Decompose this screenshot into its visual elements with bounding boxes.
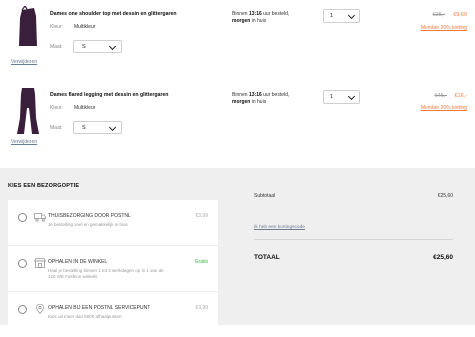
store-icon <box>34 258 46 268</box>
color-label: Kleur: <box>50 105 64 111</box>
option-price: Gratis <box>194 259 208 265</box>
member-discount-link[interactable]: Member 20% korting <box>421 105 467 111</box>
radio-button[interactable] <box>18 259 27 268</box>
size-label: Maat: <box>50 125 63 131</box>
size-value: S <box>82 125 86 131</box>
chevron-down-icon <box>108 42 117 51</box>
old-price: €45,- <box>434 93 447 99</box>
size-label: Maat: <box>50 44 63 50</box>
product-name[interactable]: Dames one shoulder top met dessin en gli… <box>50 11 177 17</box>
subtotal-label: Subtotaal <box>254 193 276 199</box>
option-title: OPHALEN BIJ EEN POSTNL SERVICEPUNT <box>48 305 151 311</box>
product-image-legging[interactable] <box>13 88 43 136</box>
shipping-title: KIES EEN BEZORGOPTIE <box>8 183 80 189</box>
option-title: THUISBEZORGING DOOR POSTNL <box>48 213 131 219</box>
divider <box>254 239 453 240</box>
subtotal-value: €25,60 <box>437 193 453 199</box>
shipping-option-home[interactable]: THUISBEZORGING DOOR POSTNL Je bestelling… <box>8 200 218 245</box>
shipping-option-store[interactable]: OPHALEN IN DE WINKEL Haal je bestelling … <box>8 246 218 291</box>
sale-price: €9,60 <box>453 12 467 18</box>
option-desc: Haal je bestelling binnen 1 tot 3 werkda… <box>48 268 164 279</box>
chevron-down-icon <box>347 11 356 20</box>
option-title: OPHALEN IN DE WINKEL <box>48 259 108 265</box>
option-price: €3,99 <box>195 305 208 311</box>
quantity-select[interactable]: 1 <box>323 90 360 104</box>
product-image-top[interactable] <box>13 6 43 54</box>
option-price: €3,99 <box>195 213 208 219</box>
color-value: Multikleur <box>74 24 96 30</box>
chevron-down-icon <box>108 123 117 132</box>
cart-item: Verwijderen Dames flared legging met des… <box>0 84 475 166</box>
delivery-info: Binnen 13:16 uur besteld, morgen in huis <box>232 92 290 105</box>
color-value: Multikleur <box>74 105 96 111</box>
product-name[interactable]: Dames flared legging met dessin en glitt… <box>50 92 168 98</box>
remove-link[interactable]: Verwijderen <box>11 139 37 145</box>
shipping-option-servicepoint[interactable]: OPHALEN BIJ EEN POSTNL SERVICEPUNT Kies … <box>8 292 218 337</box>
size-select[interactable]: S <box>73 121 122 134</box>
total-label: TOTAAL <box>254 254 280 261</box>
truck-icon <box>34 213 46 222</box>
remove-link[interactable]: Verwijderen <box>11 59 37 65</box>
total-value: €25,60 <box>433 254 453 261</box>
size-value: S <box>82 44 86 50</box>
option-desc: Kies uit meer dan 5000 afhaalpunten <box>48 314 122 319</box>
color-label: Kleur: <box>50 24 64 30</box>
radio-button[interactable] <box>18 305 27 314</box>
sale-price: €16,- <box>454 93 467 99</box>
size-select[interactable]: S <box>73 40 122 53</box>
member-discount-link[interactable]: Member 20% korting <box>421 25 467 31</box>
delivery-info: Binnen 13:16 uur besteld, morgen in huis <box>232 11 290 24</box>
old-price: €25,- <box>432 12 445 18</box>
discount-code-link[interactable]: Ik heb een kortingscode <box>254 225 305 230</box>
cart-item: Verwijderen Dames one shoulder top met d… <box>0 0 475 82</box>
option-desc: Je bestelling snel en gemakkelijk in hui… <box>48 222 128 227</box>
quantity-value: 1 <box>330 94 334 100</box>
radio-button[interactable] <box>18 213 27 222</box>
location-pin-icon <box>36 304 44 314</box>
chevron-down-icon <box>347 92 356 101</box>
quantity-select[interactable]: 1 <box>323 9 360 23</box>
quantity-value: 1 <box>330 13 334 19</box>
